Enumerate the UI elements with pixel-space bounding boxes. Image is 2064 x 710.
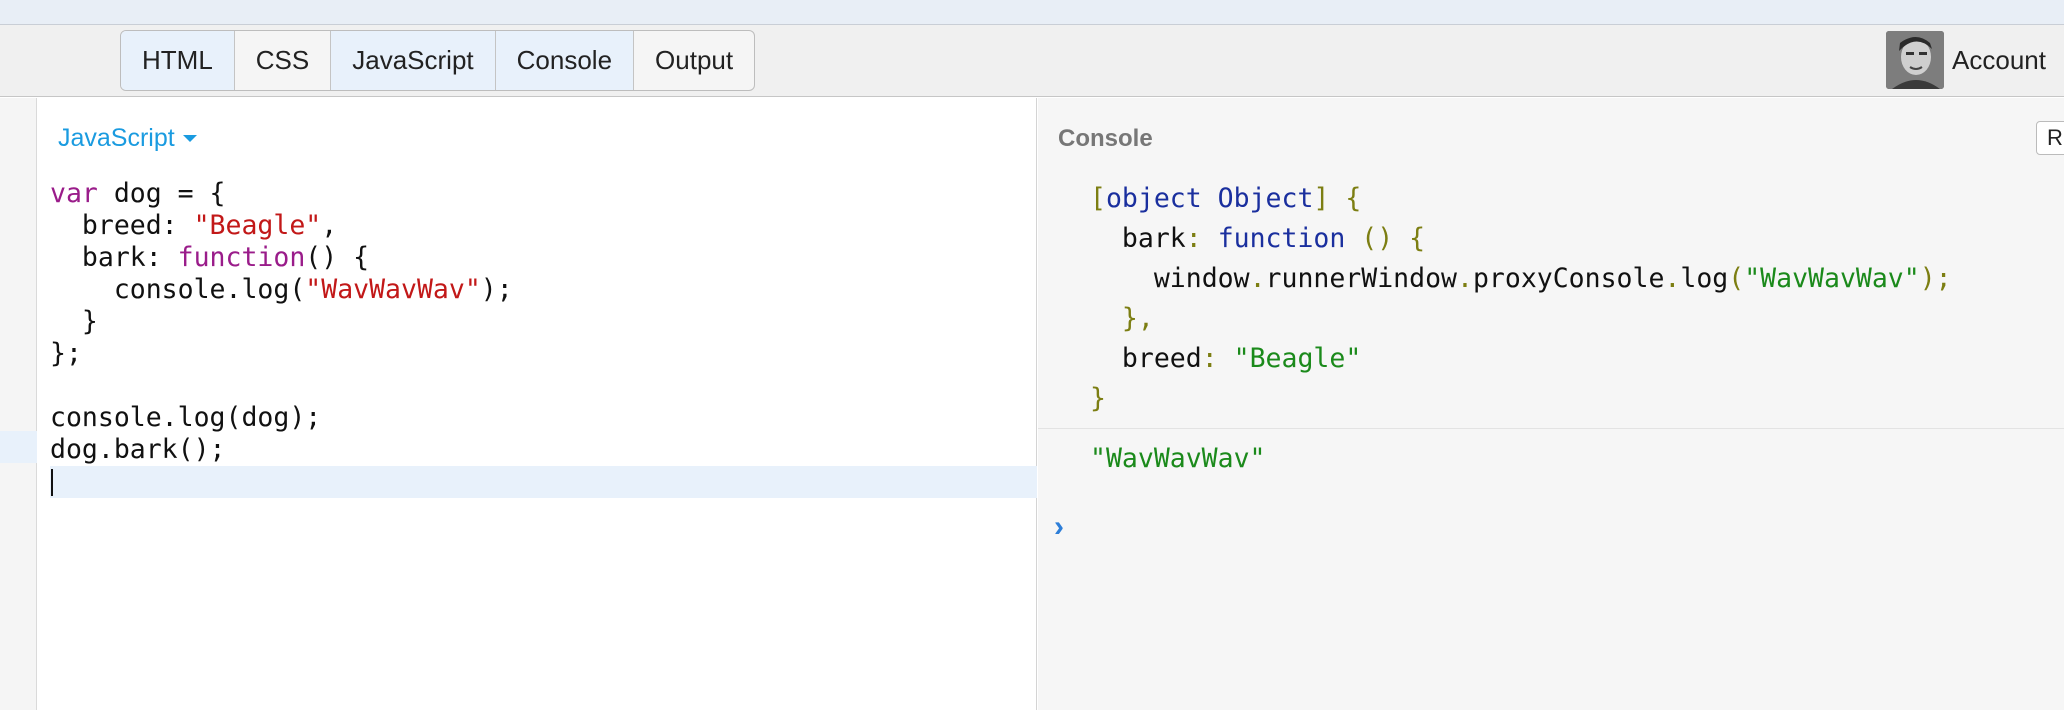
code-line: breed: "Beagle", xyxy=(50,210,338,241)
panel-tabs: HTML CSS JavaScript Console Output xyxy=(120,30,756,91)
toolbar: HTML CSS JavaScript Console Output Accou… xyxy=(0,25,2064,97)
console-line: } xyxy=(1090,383,1106,414)
code-line: dog.bark(); xyxy=(50,434,226,465)
console-line: breed: "Beagle" xyxy=(1121,343,1362,374)
console-string-output: "WavWavWav" xyxy=(1090,439,1266,479)
console-panel: Console R [object Object] { bark: functi… xyxy=(1038,98,2064,710)
console-line: [object Object] { xyxy=(1090,183,1362,214)
language-dropdown[interactable]: JavaScript xyxy=(58,124,197,153)
code-line: }; xyxy=(50,338,82,369)
caret-down-icon xyxy=(182,135,197,142)
editor-gutter xyxy=(0,98,37,710)
console-line: }, xyxy=(1121,303,1154,334)
code-line: } xyxy=(50,306,98,337)
avatar xyxy=(1886,31,1945,89)
tab-html[interactable]: HTML xyxy=(121,31,235,90)
tab-css[interactable]: CSS xyxy=(235,31,332,90)
javascript-editor[interactable]: JavaScript var dog = { breed: "Beagle", … xyxy=(38,98,1037,710)
code-line: bark: function() { xyxy=(50,242,370,273)
code-line-current xyxy=(50,466,1037,498)
tab-javascript[interactable]: JavaScript xyxy=(331,31,496,90)
console-line: bark: function () { xyxy=(1121,223,1426,254)
console-separator xyxy=(1038,428,2064,429)
browser-top-strip xyxy=(0,0,2064,25)
console-title: Console xyxy=(1058,125,1153,152)
console-line: "WavWavWav" xyxy=(1090,443,1266,474)
code-line: console.log("WavWavWav"); xyxy=(50,274,513,305)
account-menu[interactable]: Account xyxy=(1886,31,2046,89)
run-button[interactable]: R xyxy=(2036,121,2064,155)
code-line: console.log(dog); xyxy=(50,402,322,433)
code-line: var dog = { xyxy=(50,178,226,209)
console-object-output: [object Object] { bark: function () { wi… xyxy=(1090,179,1952,419)
code-area[interactable]: var dog = { breed: "Beagle", bark: funct… xyxy=(50,178,1037,498)
console-line: window.runnerWindow.proxyConsole.log("Wa… xyxy=(1153,263,1952,294)
text-cursor xyxy=(51,469,53,496)
tab-console[interactable]: Console xyxy=(495,31,635,90)
language-label: JavaScript xyxy=(58,124,175,152)
account-label: Account xyxy=(1952,44,2046,75)
console-prompt-icon[interactable]: › xyxy=(1054,510,1064,544)
gutter-active-line xyxy=(0,431,37,463)
tab-output[interactable]: Output xyxy=(634,31,754,90)
